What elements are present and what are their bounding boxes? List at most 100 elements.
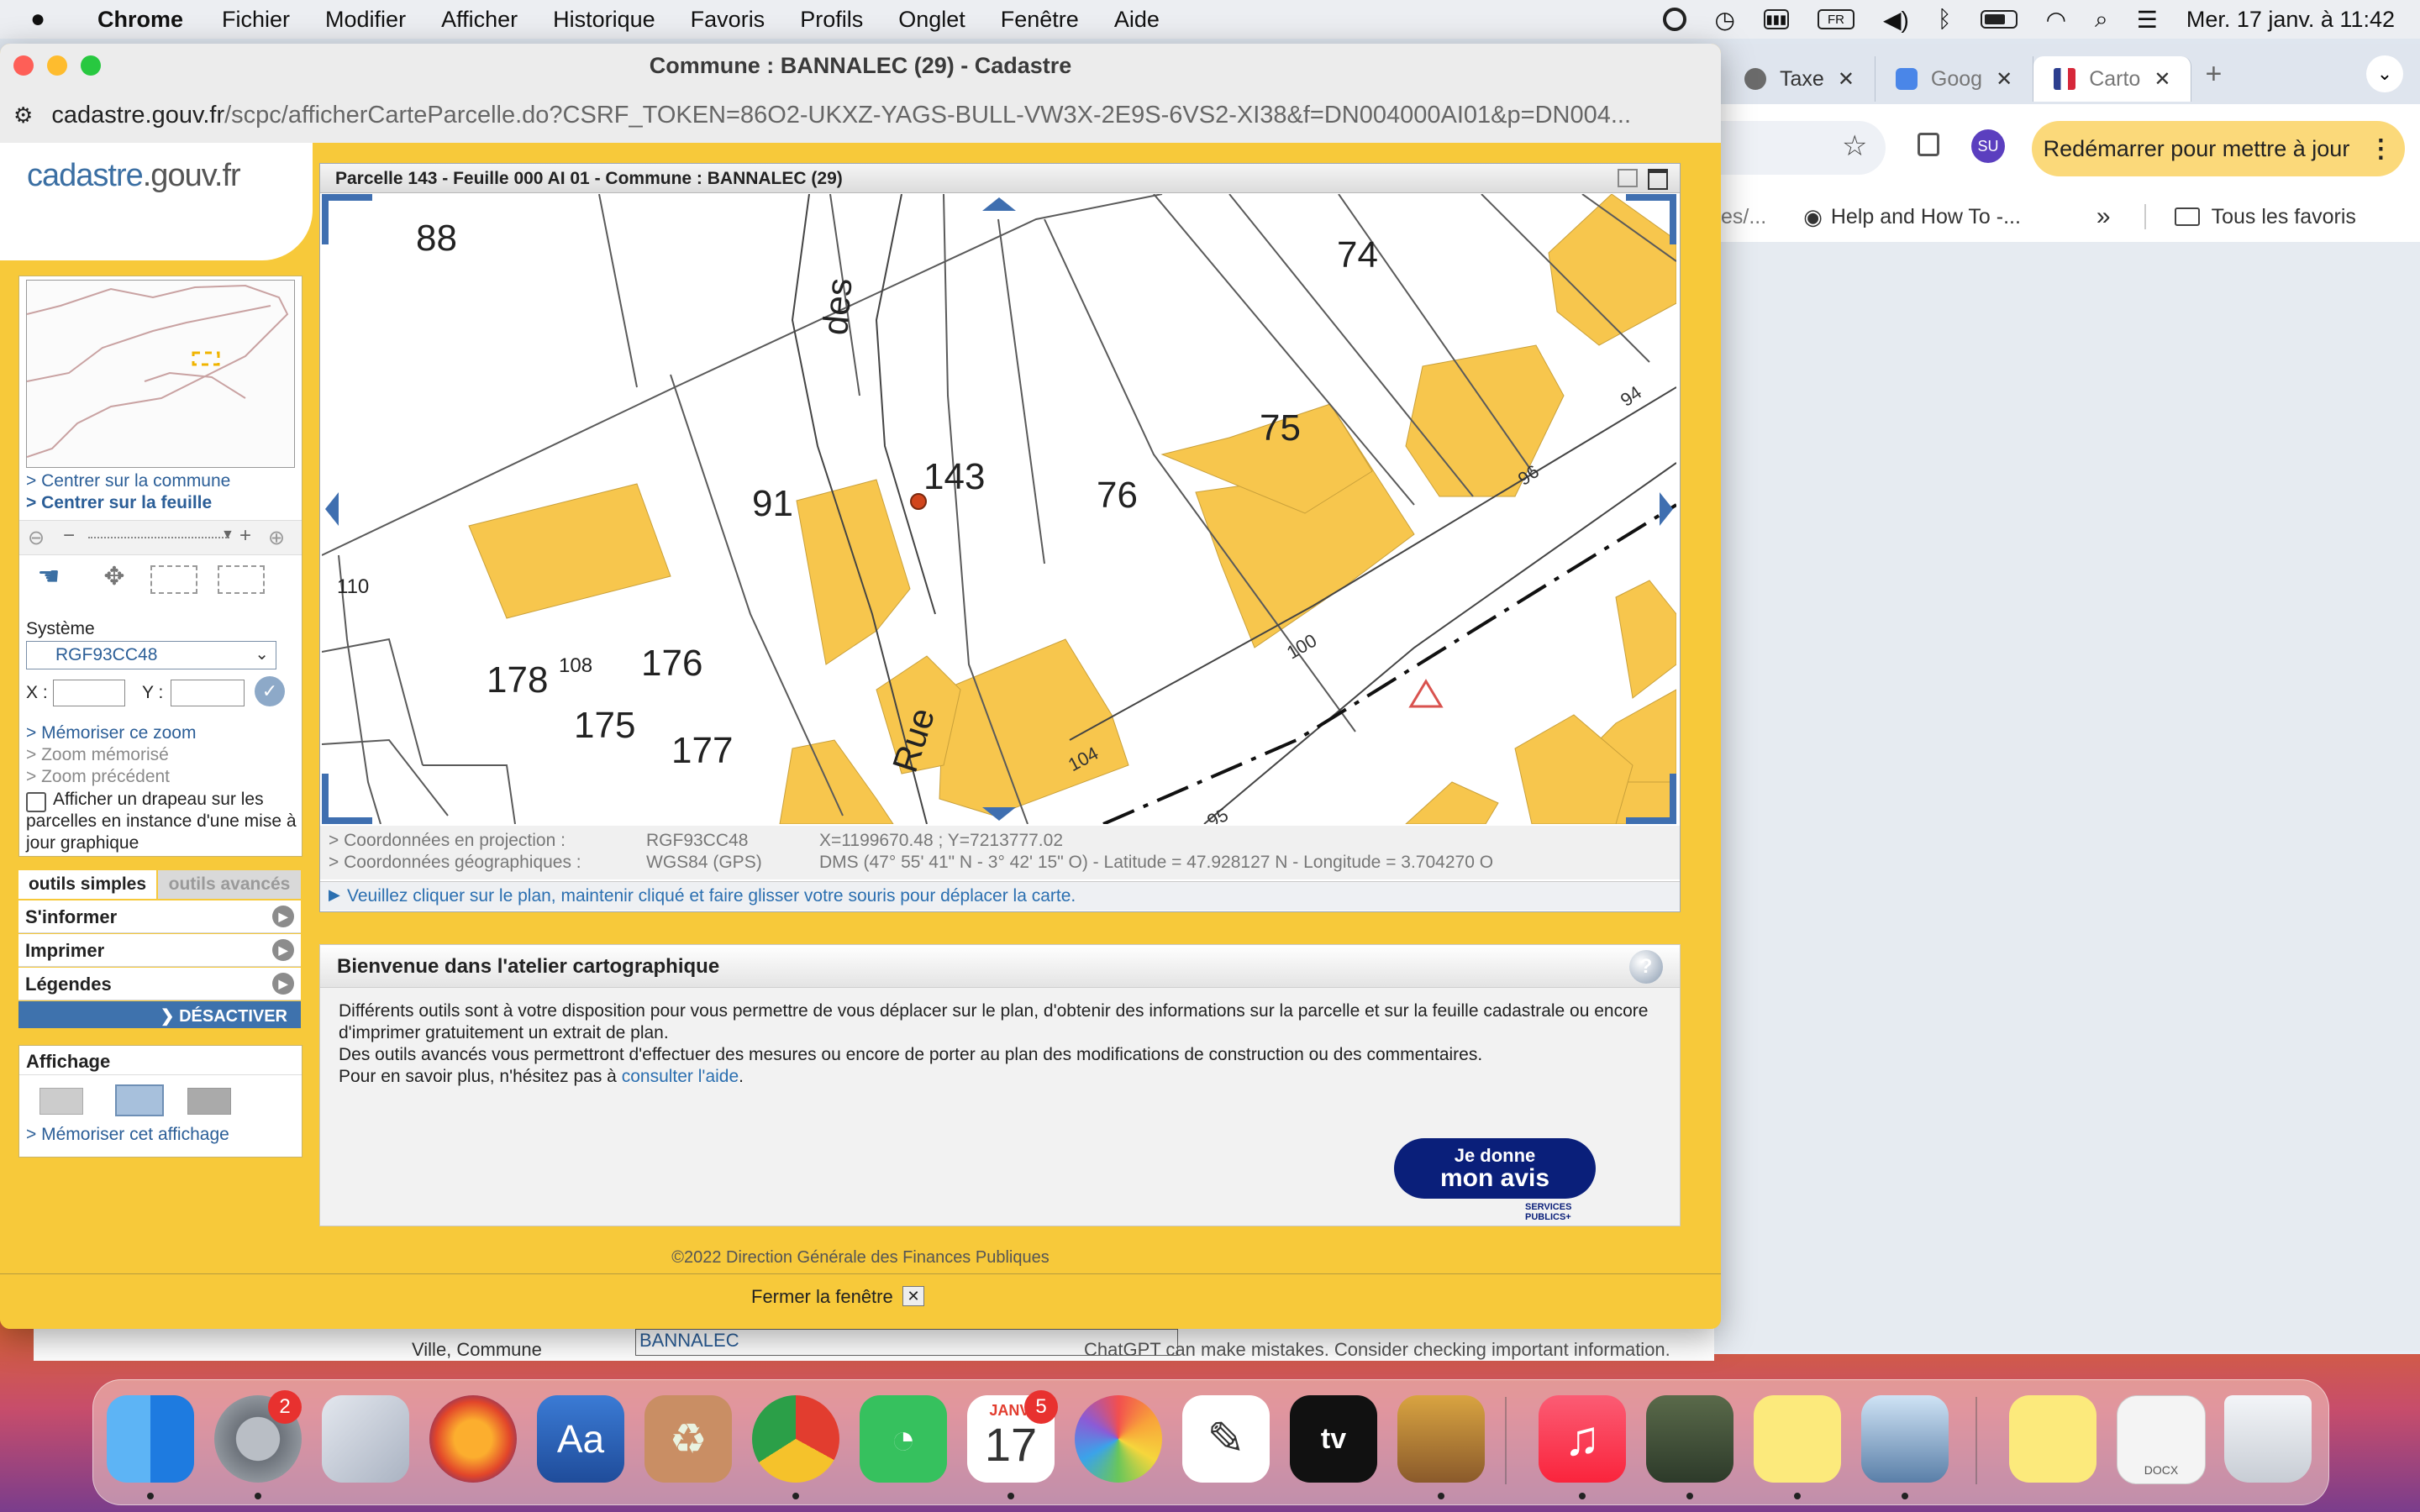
pan-hand-icon[interactable]: ☚: [23, 562, 75, 596]
center-commune-link[interactable]: > Centrer sur la commune: [26, 471, 230, 491]
overview-minimap[interactable]: [26, 280, 295, 468]
all-bookmarks-link[interactable]: Tous les favoris: [2212, 205, 2356, 229]
center-feuille-link[interactable]: > Centrer sur la feuille: [26, 493, 212, 513]
screenshot-preview-icon[interactable]: [1861, 1395, 1949, 1483]
bookmarks-bar: es/... ◉ Help and How To -... » Tous les…: [1706, 192, 2420, 242]
spotlight-search-icon[interactable]: ⌕: [2095, 6, 2108, 34]
menu-imprimer[interactable]: Imprimer ▶: [18, 934, 301, 967]
running-indicator: [1794, 1493, 1801, 1499]
bookmarks-overflow-button[interactable]: »: [2096, 202, 2111, 231]
running-indicator: [1438, 1493, 1444, 1499]
consulter-aide-link[interactable]: consulter l'aide: [622, 1067, 739, 1086]
desactiver-button[interactable]: ❯ DÉSACTIVER: [18, 1001, 301, 1028]
validate-coords-icon[interactable]: ✓: [255, 676, 285, 706]
menu-sinformer[interactable]: S'informer ▶: [18, 900, 301, 933]
chrome-tab-google[interactable]: Goog ✕: [1876, 56, 2034, 102]
music-icon[interactable]: ♫: [1539, 1395, 1626, 1483]
zoom-slider-track[interactable]: [88, 537, 229, 538]
tab-list-chevron-icon[interactable]: ⌄: [2366, 55, 2403, 92]
tab-outils-simples[interactable]: outils simples: [18, 870, 156, 899]
move-cross-icon[interactable]: ✥: [88, 562, 140, 596]
menu-aide[interactable]: Aide: [1114, 7, 1160, 33]
zoom-slider-thumb[interactable]: ▼: [221, 528, 234, 543]
apple-menu-icon[interactable]: ●: [30, 5, 64, 34]
menu-profils[interactable]: Profils: [800, 7, 863, 33]
apple-tv-icon[interactable]: tv: [1290, 1395, 1377, 1483]
zoom-out-icon[interactable]: ⊖: [28, 526, 45, 550]
memoriser-affichage-link[interactable]: > Mémoriser cet affichage: [26, 1125, 229, 1145]
menu-onglet[interactable]: Onglet: [898, 7, 965, 33]
dictionary-icon[interactable]: Aa: [537, 1395, 624, 1483]
menubar-clock[interactable]: Mer. 17 janv. à 11:42: [2186, 7, 2395, 33]
close-tab-icon[interactable]: ✕: [1838, 67, 1854, 92]
more-menu-icon[interactable]: ⋮: [2368, 134, 2393, 164]
chrome-tab-carto[interactable]: Carto ✕: [2033, 56, 2192, 102]
menu-fenetre[interactable]: Fenêtre: [1001, 7, 1079, 33]
menu-fichier[interactable]: Fichier: [222, 7, 290, 33]
image-capture-icon[interactable]: [1646, 1395, 1733, 1483]
stickies-icon[interactable]: [1754, 1395, 1841, 1483]
time-machine-icon[interactable]: ◷: [1715, 6, 1735, 34]
close-tab-icon[interactable]: ✕: [2154, 67, 2170, 92]
preview-icon[interactable]: [1397, 1395, 1485, 1483]
input-source-indicator[interactable]: FR: [1817, 9, 1854, 29]
tab-outils-avances[interactable]: outils avancés: [158, 870, 301, 899]
zoom-in-icon[interactable]: ⊕: [268, 526, 285, 550]
profile-avatar[interactable]: SU: [1971, 129, 2005, 163]
running-indicator: [1686, 1493, 1693, 1499]
zoom-minus-button[interactable]: −: [63, 524, 75, 548]
wechat-icon[interactable]: ◔: [860, 1395, 947, 1483]
side-panel-icon[interactable]: [1918, 133, 1939, 156]
je-donne-mon-avis-button[interactable]: Je donne mon avis: [1394, 1138, 1596, 1199]
relaunch-update-button[interactable]: Redémarrer pour mettre à jour ⋮: [2032, 121, 2405, 176]
site-info-icon[interactable]: ⚙: [13, 102, 33, 129]
maximize-icon[interactable]: [1648, 169, 1668, 190]
recycle-app-icon[interactable]: ♻: [644, 1395, 732, 1483]
new-tab-button[interactable]: +: [2205, 58, 2222, 91]
layout-option-2-icon[interactable]: [115, 1084, 164, 1116]
systeme-select[interactable]: RGF93CC48 ⌄: [26, 641, 276, 669]
bookmark-item-partial[interactable]: es/...: [1721, 205, 1766, 229]
app-menu[interactable]: Chrome: [97, 7, 183, 33]
close-tab-icon[interactable]: ✕: [1996, 67, 2012, 92]
finder-icon[interactable]: [107, 1395, 194, 1483]
menu-modifier[interactable]: Modifier: [325, 7, 406, 33]
chrome-icon[interactable]: [752, 1395, 839, 1483]
bookmark-item-help[interactable]: Help and How To -...: [1831, 205, 2021, 229]
cadastral-map[interactable]: 88 74 75 143 91 76 110 178 108 176 175 1…: [322, 194, 1676, 824]
control-center-icon[interactable]: ☰: [2137, 6, 2158, 34]
record-icon[interactable]: [1662, 8, 1686, 31]
stickies-folder-icon[interactable]: [2009, 1395, 2096, 1483]
bluetooth-icon[interactable]: ᛒ: [1938, 6, 1952, 33]
battery-meter-icon[interactable]: ▮▮▮: [1763, 9, 1789, 29]
cadastre-logo[interactable]: cadastre.gouv.fr: [27, 158, 241, 194]
layout-option-1-icon[interactable]: [39, 1088, 83, 1115]
launchpad-icon[interactable]: [322, 1395, 409, 1483]
bookmark-star-icon[interactable]: ☆: [1842, 129, 1867, 163]
memoriser-zoom-link[interactable]: > Mémoriser ce zoom: [26, 723, 196, 743]
help-icon[interactable]: ?: [1629, 950, 1663, 984]
close-x-icon[interactable]: ✕: [902, 1286, 924, 1306]
fermer-fenetre-link[interactable]: Fermer la fenêtre: [751, 1286, 893, 1308]
wifi-icon[interactable]: ◠: [2046, 6, 2066, 34]
docx-file-icon[interactable]: DOCX: [2117, 1395, 2206, 1484]
url-bar[interactable]: ⚙ cadastre.gouv.fr/scpc/afficherCartePar…: [0, 87, 1721, 144]
menu-favoris[interactable]: Favoris: [691, 7, 765, 33]
zoom-plus-button[interactable]: +: [239, 524, 251, 548]
freeform-icon[interactable]: ✎: [1182, 1395, 1270, 1483]
menu-afficher[interactable]: Afficher: [441, 7, 518, 33]
menu-historique[interactable]: Historique: [553, 7, 655, 33]
full-extent-icon[interactable]: [218, 565, 265, 594]
x-coordinate-input[interactable]: [53, 680, 125, 706]
chrome-tab-taxe[interactable]: Taxe ✕: [1724, 56, 1876, 102]
firefox-icon[interactable]: [429, 1395, 517, 1483]
menu-legendes[interactable]: Légendes ▶: [18, 968, 301, 1000]
y-coordinate-input[interactable]: [171, 680, 245, 706]
volume-icon[interactable]: ◀): [1883, 6, 1909, 34]
battery-icon[interactable]: [1980, 10, 2018, 29]
photos-icon[interactable]: [1075, 1395, 1162, 1483]
restore-icon[interactable]: [1618, 169, 1638, 187]
zoom-box-icon[interactable]: [150, 565, 197, 594]
layout-option-3-icon[interactable]: [187, 1088, 231, 1115]
trash-icon[interactable]: [2224, 1395, 2312, 1483]
